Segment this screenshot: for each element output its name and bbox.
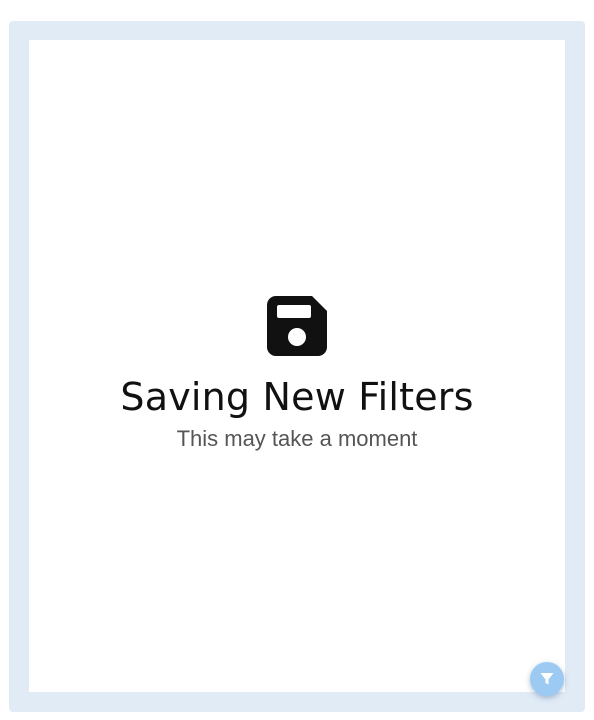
loading-title: Saving New Filters [120,375,474,419]
floppy-disk-icon [267,296,327,356]
modal-frame: Saving New Filters This may take a momen… [9,21,585,712]
loading-subtitle: This may take a moment [176,426,418,451]
filter-icon [539,671,555,687]
filter-button[interactable] [530,662,564,696]
loading-panel: Saving New Filters This may take a momen… [29,40,565,692]
saving-status: Saving New Filters This may take a momen… [29,296,565,454]
